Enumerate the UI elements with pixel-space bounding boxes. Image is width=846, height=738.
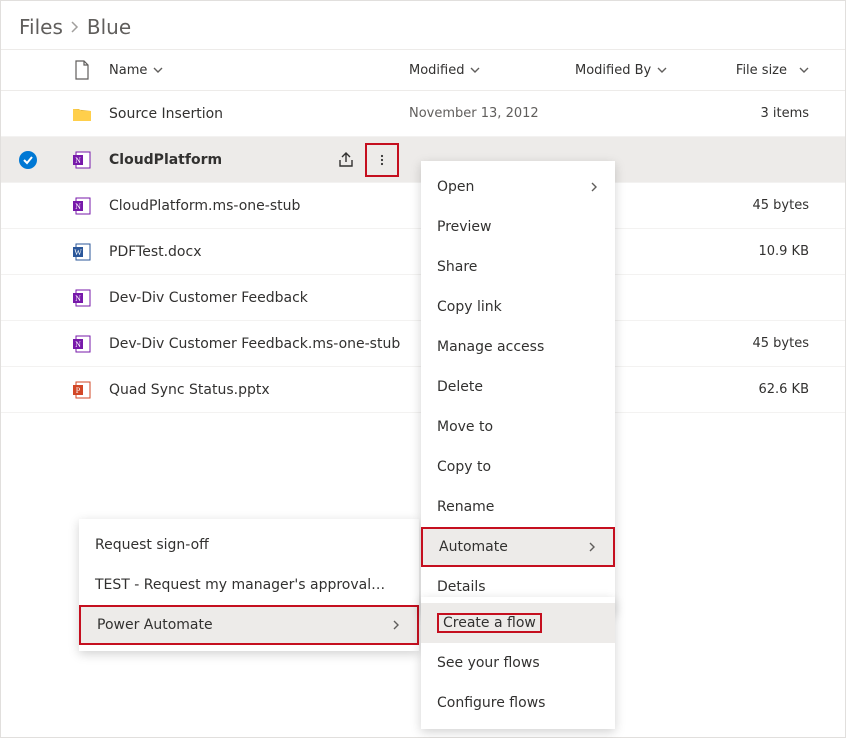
file-name[interactable]: Quad Sync Status.pptx — [109, 382, 270, 398]
svg-text:N: N — [75, 156, 81, 165]
breadcrumb-current: Blue — [87, 15, 131, 39]
breadcrumb-root[interactable]: Files — [19, 15, 63, 39]
menu-delete[interactable]: Delete — [421, 367, 615, 407]
folder-icon — [55, 104, 109, 124]
menu-open[interactable]: Open — [421, 167, 615, 207]
chevron-right-icon — [69, 21, 81, 33]
share-icon[interactable] — [331, 145, 361, 175]
size-cell: 62.6 KB — [715, 382, 833, 397]
context-menu: Open Preview Share Copy link Manage acce… — [421, 161, 615, 613]
file-name[interactable]: PDFTest.docx — [109, 244, 201, 260]
menu-copy-to[interactable]: Copy to — [421, 447, 615, 487]
chevron-down-icon — [153, 65, 163, 75]
modifiedby-column-header[interactable]: Modified By — [575, 63, 715, 78]
menu-see-flows[interactable]: See your flows — [421, 643, 615, 683]
size-cell: 45 bytes — [715, 336, 833, 351]
more-actions-button[interactable] — [365, 143, 399, 177]
menu-manage-access[interactable]: Manage access — [421, 327, 615, 367]
modified-column-header[interactable]: Modified — [409, 63, 575, 78]
menu-share[interactable]: Share — [421, 247, 615, 287]
menu-create-flow[interactable]: Create a flow — [421, 603, 615, 643]
onenote-icon: N — [55, 288, 109, 308]
chevron-right-icon — [589, 182, 599, 192]
svg-text:N: N — [75, 202, 81, 211]
size-column-header[interactable]: File size — [715, 63, 833, 78]
svg-text:W: W — [74, 248, 82, 257]
size-cell: 45 bytes — [715, 198, 833, 213]
chevron-down-icon — [657, 65, 667, 75]
menu-move-to[interactable]: Move to — [421, 407, 615, 447]
onenote-icon: N — [55, 150, 109, 170]
menu-rename[interactable]: Rename — [421, 487, 615, 527]
breadcrumb: Files Blue — [1, 1, 845, 49]
onenote-icon: N — [55, 196, 109, 216]
menu-power-automate[interactable]: Power Automate — [79, 605, 419, 645]
table-row[interactable]: Source Insertion November 13, 2012 3 ite… — [1, 91, 845, 137]
chevron-down-icon — [799, 65, 809, 75]
chevron-right-icon — [587, 542, 597, 552]
onenote-icon: N — [55, 334, 109, 354]
svg-text:N: N — [75, 294, 81, 303]
size-cell: 3 items — [715, 106, 833, 121]
size-cell: 10.9 KB — [715, 244, 833, 259]
menu-copy-link[interactable]: Copy link — [421, 287, 615, 327]
name-column-header[interactable]: Name — [109, 63, 409, 78]
svg-text:N: N — [75, 340, 81, 349]
power-automate-submenu: Create a flow See your flows Configure f… — [421, 597, 615, 729]
menu-test-approval[interactable]: TEST - Request my manager's approval… — [79, 565, 419, 605]
powerpoint-icon: P — [55, 380, 109, 400]
menu-automate[interactable]: Automate — [421, 527, 615, 567]
menu-request-signoff[interactable]: Request sign-off — [79, 525, 419, 565]
automate-submenu: Request sign-off TEST - Request my manag… — [79, 519, 419, 651]
selected-checkmark-icon[interactable] — [19, 151, 37, 169]
table-header-row: Name Modified Modified By File size — [1, 49, 845, 91]
menu-preview[interactable]: Preview — [421, 207, 615, 247]
file-name[interactable]: CloudPlatform — [109, 152, 222, 168]
file-name[interactable]: CloudPlatform.ms-one-stub — [109, 198, 300, 214]
file-name[interactable]: Dev-Div Customer Feedback.ms-one-stub — [109, 336, 400, 352]
modified-cell: November 13, 2012 — [409, 106, 575, 121]
chevron-down-icon — [470, 65, 480, 75]
file-name[interactable]: Dev-Div Customer Feedback — [109, 290, 308, 306]
word-icon: W — [55, 242, 109, 262]
svg-text:P: P — [76, 386, 81, 395]
chevron-right-icon — [391, 620, 401, 630]
file-name[interactable]: Source Insertion — [109, 106, 223, 122]
menu-configure-flows[interactable]: Configure flows — [421, 683, 615, 723]
file-type-column-header[interactable] — [55, 60, 109, 80]
